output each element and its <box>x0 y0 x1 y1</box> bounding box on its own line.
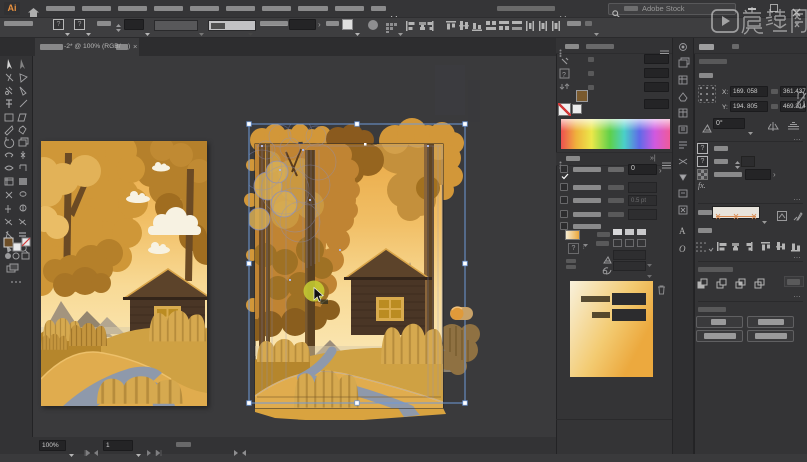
svg-text:?: ? <box>562 72 566 79</box>
svg-text:A: A <box>679 226 686 236</box>
svg-text:O: O <box>679 244 686 254</box>
